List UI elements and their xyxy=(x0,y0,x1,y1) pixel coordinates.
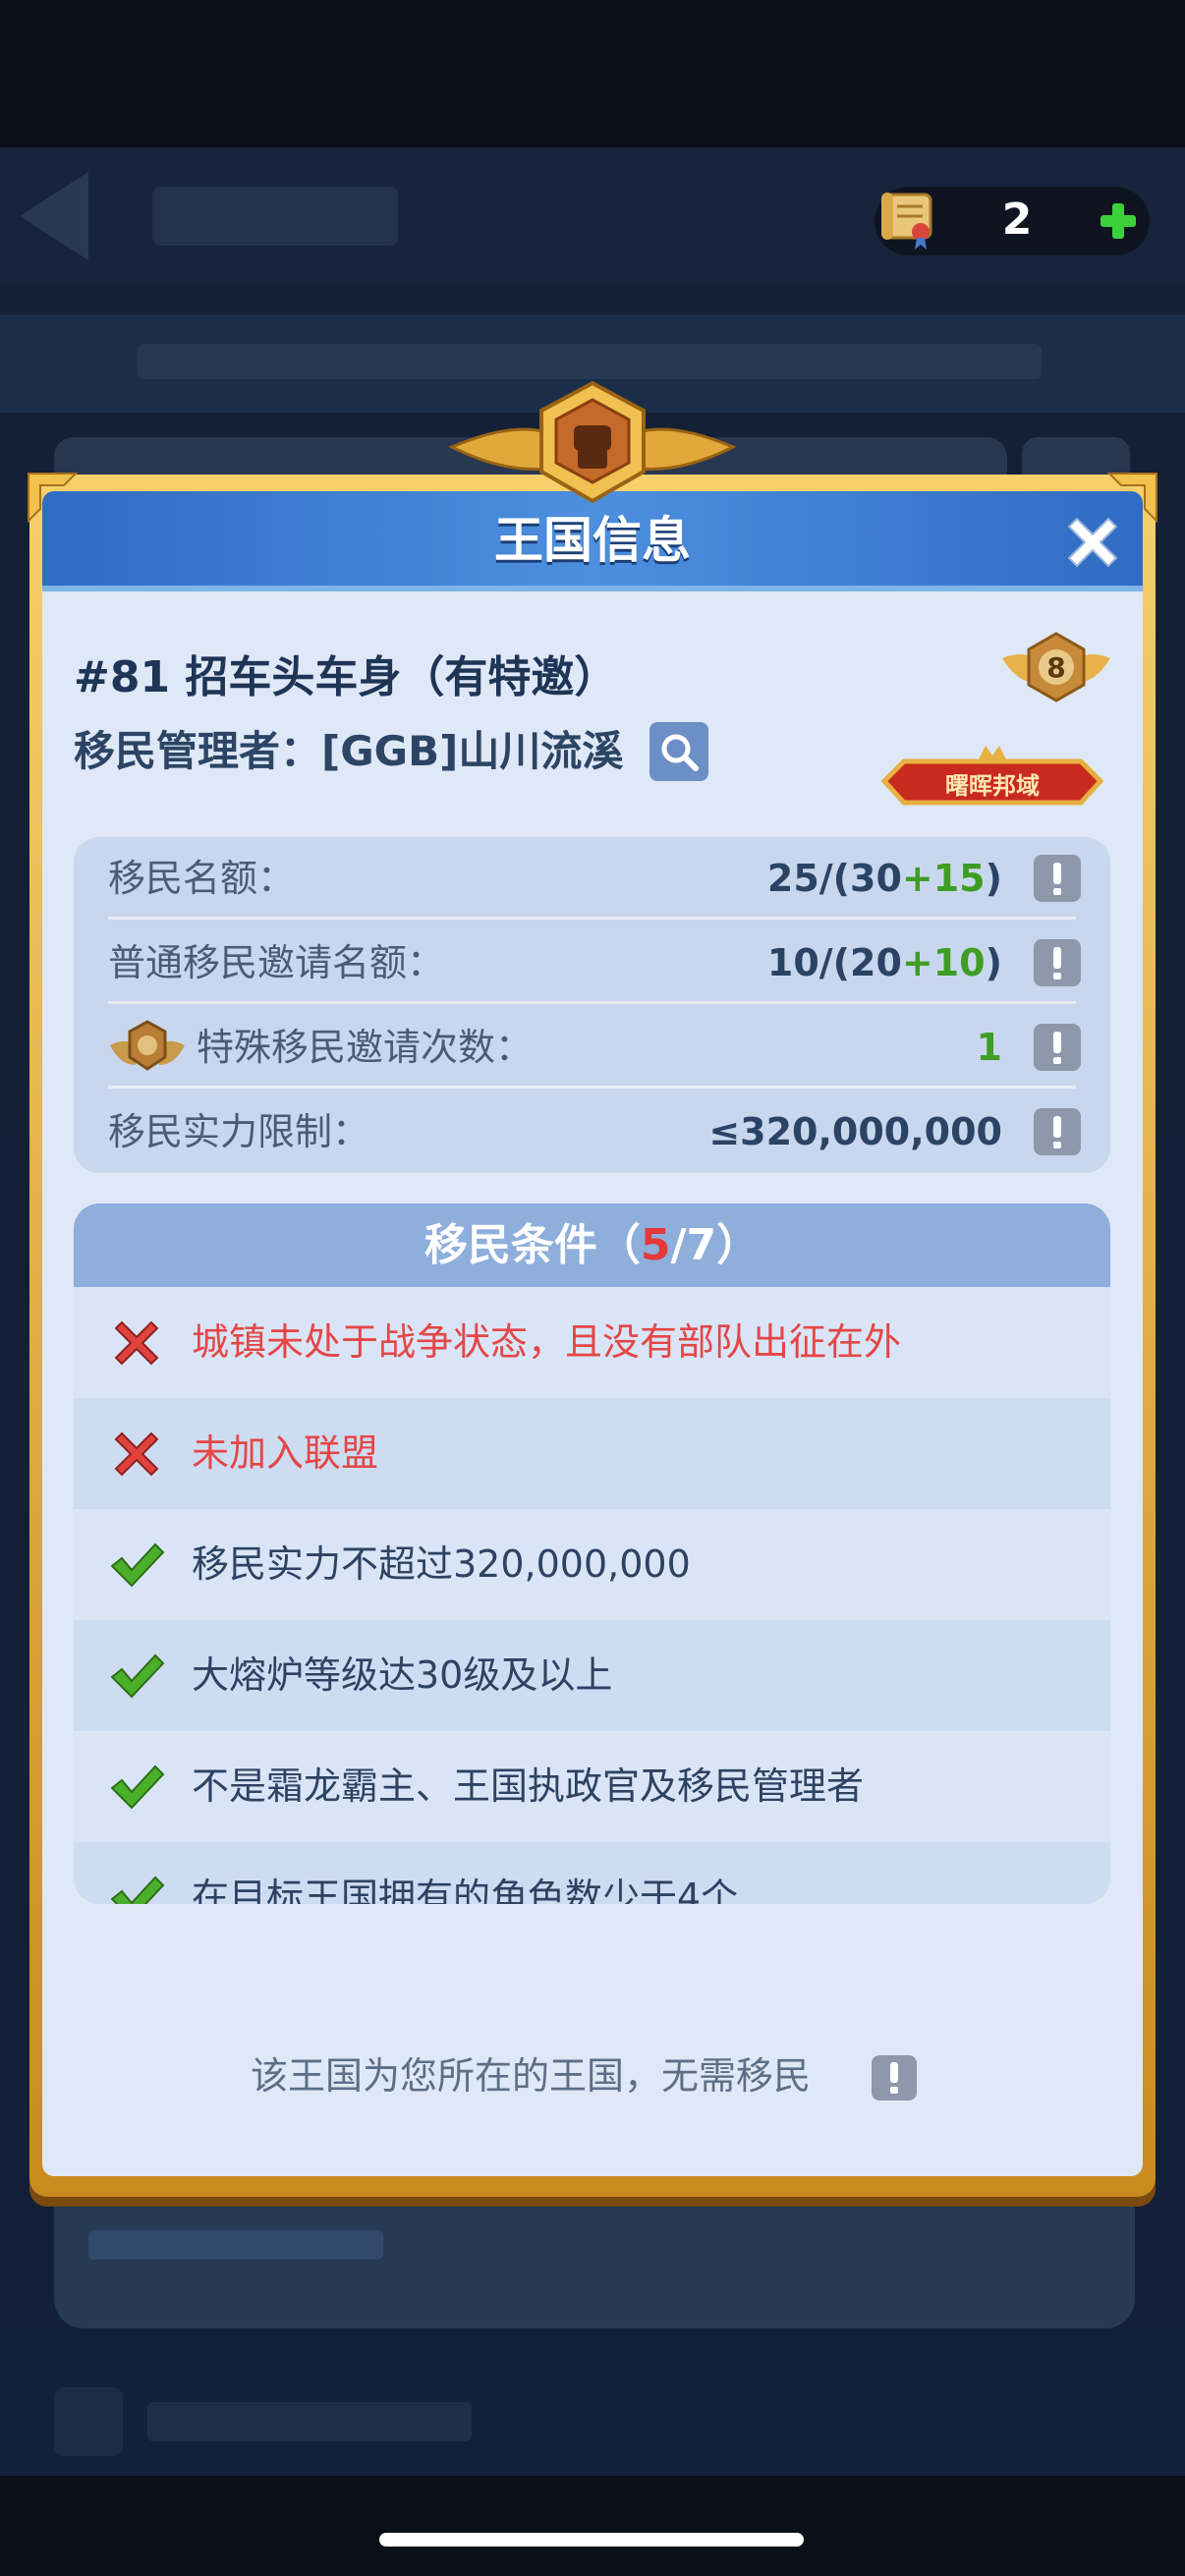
condition-row: 不是霜龙霸主、王国执政官及移民管理者 xyxy=(74,1731,1110,1842)
plus-icon[interactable] xyxy=(1099,201,1138,241)
background-banner-text xyxy=(138,344,1042,379)
condition-text: 在目标王国拥有的角色数少于4个 xyxy=(192,1876,739,1904)
modal-title: 王国信息 xyxy=(494,512,691,569)
info-exclamation-icon[interactable] xyxy=(1034,939,1081,986)
condition-row: 移民实力不超过320,000,000 xyxy=(74,1509,1110,1620)
info-exclamation-icon[interactable] xyxy=(1034,1024,1081,1071)
back-arrow-icon xyxy=(20,172,88,260)
info-value: 1 xyxy=(976,1026,1002,1069)
corner-ornament-icon xyxy=(28,473,79,524)
currency-value: 2 xyxy=(1001,195,1033,245)
info-exclamation-icon[interactable] xyxy=(1034,1108,1081,1155)
background-card-line xyxy=(88,2230,383,2260)
condition-row: 城镇未处于战争状态，且没有部队出征在外 xyxy=(74,1287,1110,1398)
condition-row: 在目标王国拥有的角色数少于4个 xyxy=(74,1842,1110,1904)
info-label: 移民名额： xyxy=(108,857,296,900)
search-icon xyxy=(661,734,699,771)
modal-header-divider xyxy=(42,586,1143,591)
manager-line: 移民管理者：[GGB]山川流溪 xyxy=(74,722,624,781)
info-label: 移民实力限制： xyxy=(108,1110,370,1153)
green-check-icon xyxy=(110,1542,165,1588)
info-label: 特殊移民邀请次数： xyxy=(197,1026,534,1069)
info-row-power-limit: 移民实力限制： ≤320,000,000 xyxy=(108,1096,1081,1167)
green-check-icon xyxy=(110,1764,165,1810)
info-value: 10/(20+10) xyxy=(766,941,1002,984)
info-row-normal-invite: 普通移民邀请名额： 10/(20+10) xyxy=(108,927,1081,998)
footer-note: 该王国为您所在的王国，无需移民 xyxy=(251,2054,812,2098)
condition-row: 大熔炉等级达30级及以上 xyxy=(74,1620,1110,1731)
condition-row: 未加入联盟 xyxy=(74,1398,1110,1509)
condition-text: 大熔炉等级达30级及以上 xyxy=(192,1653,613,1697)
info-value: ≤320,000,000 xyxy=(708,1110,1002,1153)
red-cross-icon xyxy=(114,1431,159,1477)
condition-text: 不是霜龙霸主、王国执政官及移民管理者 xyxy=(192,1764,865,1808)
condition-text: 移民实力不超过320,000,000 xyxy=(192,1542,691,1586)
special-invite-badge-icon xyxy=(110,1020,185,1071)
conditions-title: 移民条件（5/7） xyxy=(423,1220,761,1270)
tag-label: 曙晖邦域 xyxy=(945,772,1040,800)
close-icon[interactable] xyxy=(1059,509,1126,576)
manager-label: 移民管理者： xyxy=(74,727,322,775)
conditions-list[interactable]: 城镇未处于战争状态，且没有部队出征在外 未加入联盟 移民实力不超过320,000… xyxy=(74,1287,1110,1904)
divider xyxy=(108,1086,1076,1089)
background-title-placeholder xyxy=(152,187,398,246)
info-row-special-invite: 特殊移民邀请次数： 1 xyxy=(108,1012,1081,1083)
divider xyxy=(108,1001,1076,1004)
scroll-icon xyxy=(881,193,932,250)
condition-text: 未加入联盟 xyxy=(192,1431,379,1475)
background-checkbox xyxy=(54,2387,123,2456)
rank-badge-value: 8 xyxy=(1046,651,1066,684)
condition-text: 城镇未处于战争状态，且没有部队出征在外 xyxy=(192,1320,902,1364)
info-exclamation-icon[interactable] xyxy=(1034,855,1081,902)
manager-name: [GGB]山川流溪 xyxy=(321,727,624,775)
info-row-quota: 移民名额： 25/(30+15) xyxy=(108,843,1081,914)
kingdom-name: #81 招车头车身（有特邀） xyxy=(74,652,618,702)
red-cross-icon xyxy=(114,1320,159,1366)
fist-emblem-icon xyxy=(448,380,737,504)
background-checkbox-label xyxy=(147,2402,472,2441)
footer-exclamation-icon[interactable] xyxy=(872,2055,917,2100)
green-check-icon xyxy=(110,1653,165,1699)
search-manager-button[interactable] xyxy=(649,722,708,781)
divider xyxy=(108,917,1076,920)
home-indicator[interactable] xyxy=(379,2533,804,2547)
info-value: 25/(30+15) xyxy=(766,857,1002,900)
info-label: 普通移民邀请名额： xyxy=(108,941,445,984)
green-check-icon xyxy=(110,1876,165,1904)
